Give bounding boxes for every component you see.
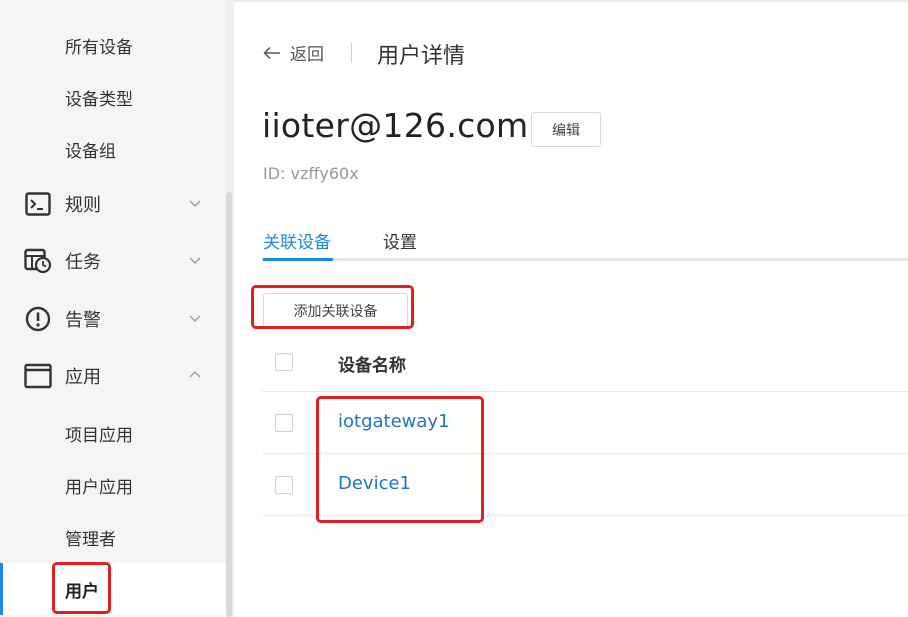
chevron-down-icon — [189, 200, 201, 207]
tabs-divider — [262, 258, 908, 261]
tab-related-devices[interactable]: 关联设备 — [263, 228, 331, 253]
terminal-icon — [24, 190, 52, 218]
sidebar-item-all-devices[interactable]: 所有设备 — [0, 19, 226, 71]
task-schedule-icon — [24, 247, 52, 275]
user-email-title: iioter@126.com — [262, 106, 529, 145]
page-title: 用户详情 — [377, 44, 466, 69]
chevron-down-icon — [189, 315, 201, 322]
sidebar-item-users[interactable]: 用户 — [0, 563, 226, 615]
edit-button[interactable]: 编辑 — [531, 112, 601, 147]
row-checkbox[interactable] — [275, 476, 293, 494]
header-divider — [351, 43, 352, 63]
user-id: ID: vzffy60x — [263, 164, 359, 183]
sidebar-group-apps[interactable]: 应用 — [0, 350, 226, 402]
sidebar: 所有设备 设备类型 设备组 规则 任务 告警 应用 项目应用 用户应用 管理者 … — [0, 0, 226, 617]
sidebar-item-device-groups[interactable]: 设备组 — [0, 123, 226, 175]
arrow-left-icon — [263, 46, 280, 59]
select-all-checkbox[interactable] — [275, 353, 293, 371]
chevron-down-icon — [189, 257, 201, 264]
sidebar-group-tasks[interactable]: 任务 — [0, 235, 226, 287]
back-button[interactable]: 返回 — [262, 40, 324, 65]
tab-settings[interactable]: 设置 — [383, 228, 417, 253]
row-checkbox[interactable] — [275, 414, 293, 432]
highlight-box — [52, 562, 111, 614]
alert-icon — [24, 305, 52, 333]
sidebar-item-project-apps[interactable]: 项目应用 — [0, 407, 226, 459]
tab-active-indicator — [263, 258, 333, 261]
sidebar-item-admins[interactable]: 管理者 — [0, 511, 226, 563]
chevron-up-icon — [189, 371, 201, 378]
sidebar-scrollbar-thumb[interactable] — [226, 192, 232, 617]
table-header-row: 设备名称 — [262, 330, 908, 392]
window-icon — [24, 362, 52, 390]
sidebar-item-user-apps[interactable]: 用户应用 — [0, 459, 226, 511]
sidebar-group-rules[interactable]: 规则 — [0, 178, 226, 230]
sidebar-item-device-types[interactable]: 设备类型 — [0, 71, 226, 123]
highlight-box — [251, 285, 414, 329]
highlight-box — [316, 396, 484, 523]
sidebar-group-alerts[interactable]: 告警 — [0, 293, 226, 345]
column-header-device-name: 设备名称 — [338, 356, 406, 376]
top-divider — [234, 0, 908, 2]
active-indicator — [0, 563, 3, 615]
